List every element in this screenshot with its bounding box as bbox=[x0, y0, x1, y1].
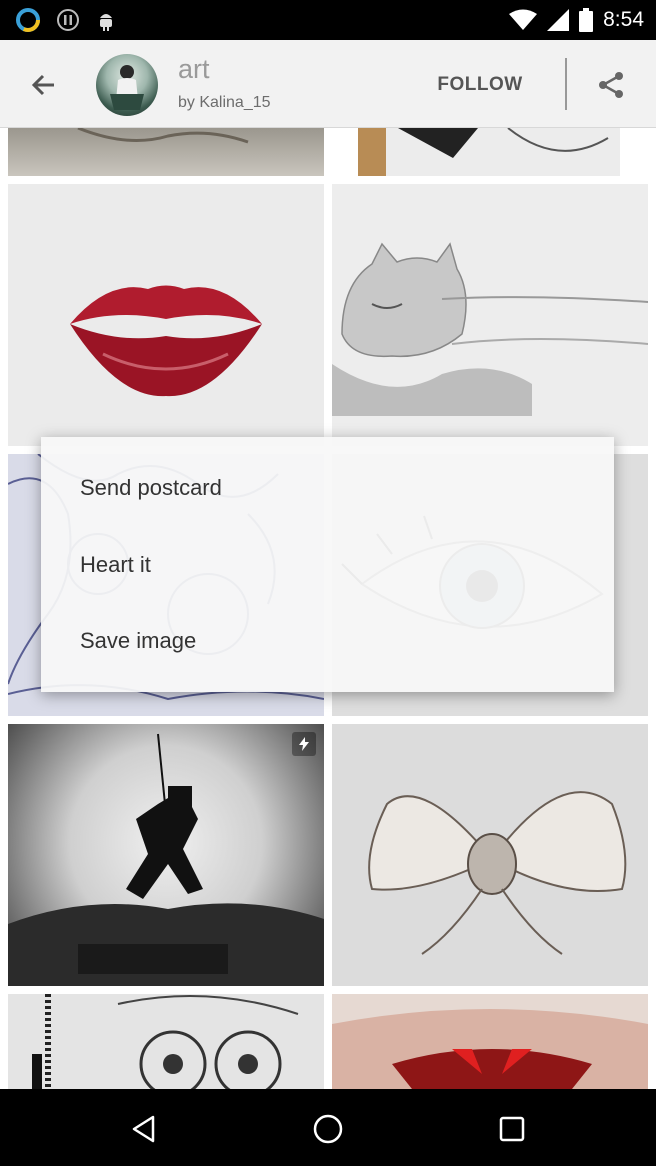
status-left-icons bbox=[14, 6, 118, 34]
app-bar: art by Kalina_15 FOLLOW bbox=[0, 40, 656, 128]
nav-home-button[interactable] bbox=[306, 1107, 350, 1151]
status-bar: 8:54 bbox=[0, 0, 656, 40]
context-menu: Send postcard Heart it Save image bbox=[41, 437, 614, 692]
menu-item-heart-it[interactable]: Heart it bbox=[41, 527, 614, 603]
bolt-icon bbox=[299, 737, 309, 751]
page-title: art bbox=[178, 54, 210, 84]
cellular-icon bbox=[547, 9, 570, 31]
artwork-bow[interactable] bbox=[332, 724, 648, 986]
bow-drawing bbox=[368, 791, 627, 955]
recents-square-icon bbox=[499, 1116, 525, 1142]
owl-drawing bbox=[32, 994, 299, 1089]
nav-recents-button[interactable] bbox=[490, 1107, 534, 1151]
nav-back-button[interactable] bbox=[122, 1107, 166, 1151]
back-button[interactable] bbox=[20, 62, 66, 108]
home-circle-icon bbox=[313, 1114, 343, 1144]
author-subtitle[interactable]: by Kalina_15 bbox=[178, 94, 271, 112]
menu-item-save-image[interactable]: Save image bbox=[41, 603, 614, 679]
cat-drawing bbox=[332, 242, 648, 416]
back-arrow-icon bbox=[31, 74, 54, 96]
artwork-lips[interactable] bbox=[8, 184, 324, 446]
share-icon bbox=[599, 72, 623, 98]
wifi-icon bbox=[509, 9, 538, 30]
menu-item-send-postcard[interactable]: Send postcard bbox=[41, 450, 614, 526]
toolbar-divider bbox=[565, 58, 567, 110]
red-face-drawing bbox=[332, 1009, 648, 1089]
status-right-icons: 8:54 bbox=[509, 0, 644, 40]
artwork-knight-moon[interactable] bbox=[8, 724, 324, 986]
artwork-top-left-partial[interactable] bbox=[8, 128, 324, 176]
navigation-bar bbox=[0, 1089, 656, 1166]
share-button[interactable] bbox=[588, 62, 634, 108]
follow-button[interactable]: FOLLOW bbox=[420, 62, 540, 108]
artwork-top-right-art bbox=[358, 128, 609, 176]
artwork-sleeping-cat[interactable] bbox=[332, 184, 648, 446]
avatar[interactable] bbox=[96, 54, 158, 116]
artwork-top-left-art bbox=[77, 128, 249, 144]
pause-circle-icon bbox=[57, 9, 79, 31]
ring-notification-icon bbox=[16, 8, 40, 32]
tile-badge bbox=[292, 732, 316, 756]
battery-icon bbox=[579, 8, 594, 32]
knight-drawing bbox=[8, 733, 324, 986]
lips-drawing bbox=[70, 285, 262, 397]
back-triangle-icon bbox=[132, 1115, 155, 1143]
artwork-owl[interactable] bbox=[8, 994, 324, 1089]
avatar-figure bbox=[110, 65, 144, 110]
android-icon bbox=[100, 14, 112, 31]
artwork-red-face[interactable] bbox=[332, 994, 648, 1089]
artwork-top-right-partial[interactable] bbox=[358, 128, 620, 176]
status-time: 8:54 bbox=[603, 8, 644, 31]
